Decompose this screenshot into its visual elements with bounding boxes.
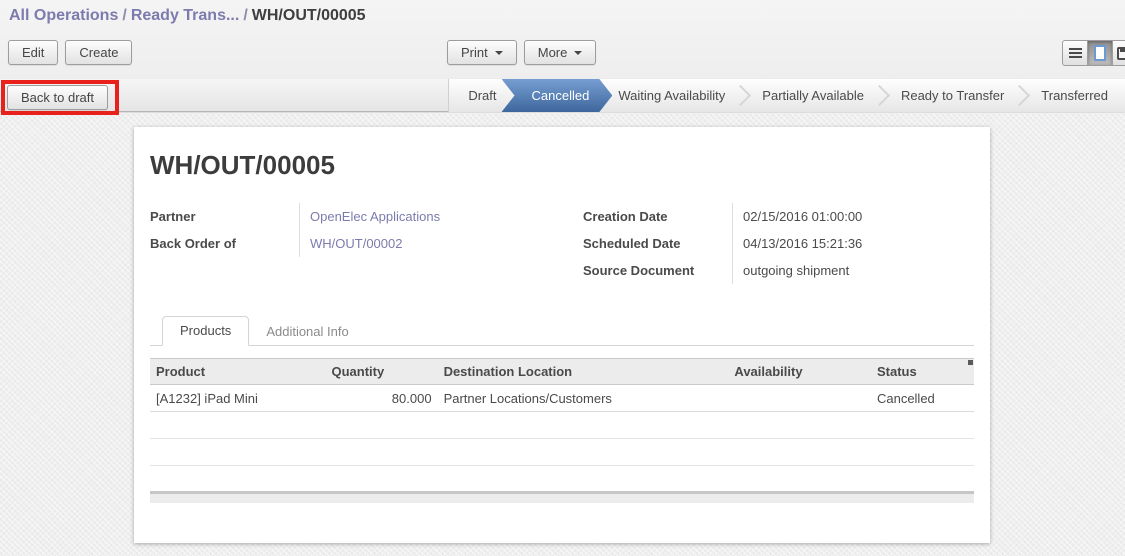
column-header-availability[interactable]: Availability xyxy=(728,359,871,385)
field-label: Scheduled Date xyxy=(583,230,733,257)
scheduled-date-value: 04/13/2016 15:21:36 xyxy=(733,230,862,257)
list-view-button[interactable] xyxy=(1062,40,1088,66)
chevron-right-icon xyxy=(1009,85,1030,106)
breadcrumb-separator: / xyxy=(239,7,251,24)
more-label: More xyxy=(538,45,568,60)
back-to-draft-button[interactable]: Back to draft xyxy=(7,85,108,110)
field-label: Creation Date xyxy=(583,203,733,230)
breadcrumb-separator: / xyxy=(118,7,130,24)
statusbar-step-draft[interactable]: Draft xyxy=(463,79,501,112)
table-header-row: Product Quantity Destination Location Av… xyxy=(150,359,974,385)
statusbar: Draft Cancelled Waiting Availability Par… xyxy=(448,79,1125,112)
more-dropdown-button[interactable]: More xyxy=(524,40,597,65)
horizontal-scrollbar[interactable] xyxy=(150,491,974,503)
field-groups: Partner OpenElec Applications Back Order… xyxy=(150,203,974,284)
calendar-view-icon xyxy=(1117,47,1125,60)
view-switcher xyxy=(1062,40,1125,66)
record-title: WH/OUT/00005 xyxy=(150,150,974,181)
statusbar-step-waiting-availability[interactable]: Waiting Availability xyxy=(613,79,730,112)
top-header: All Operations/Ready Trans.../WH/OUT/000… xyxy=(0,0,1125,79)
list-view-icon xyxy=(1069,48,1082,58)
status-row: Back to draft Draft Cancelled Waiting Av… xyxy=(0,79,1125,112)
notebook-tabs: Products Additional Info xyxy=(150,317,974,346)
calendar-view-button[interactable] xyxy=(1112,40,1125,66)
statusbar-step-ready-to-transfer[interactable]: Ready to Transfer xyxy=(896,79,1009,112)
chevron-down-icon xyxy=(495,51,503,55)
source-document-value: outgoing shipment xyxy=(733,257,849,284)
form-view-icon xyxy=(1094,45,1106,61)
breadcrumb-link-ready-transfers[interactable]: Ready Trans... xyxy=(131,7,240,24)
breadcrumb-current: WH/OUT/00005 xyxy=(252,7,366,24)
empty-table-row xyxy=(150,439,974,466)
statusbar-step-partially-available[interactable]: Partially Available xyxy=(757,79,869,112)
cell-product: [A1232] iPad Mini xyxy=(150,385,326,412)
chevron-down-icon xyxy=(574,51,582,55)
column-header-product[interactable]: Product xyxy=(150,359,326,385)
breadcrumb-link-all-operations[interactable]: All Operations xyxy=(9,7,118,24)
edit-button[interactable]: Edit xyxy=(8,40,58,65)
cell-quantity: 80.000 xyxy=(326,385,438,412)
chevron-right-icon xyxy=(730,85,751,106)
tab-products[interactable]: Products xyxy=(162,316,249,346)
print-label: Print xyxy=(461,45,488,60)
tab-additional-info[interactable]: Additional Info xyxy=(249,318,365,345)
products-table-area: Product Quantity Destination Location Av… xyxy=(150,358,974,503)
form-view-button[interactable] xyxy=(1087,40,1113,66)
column-header-quantity[interactable]: Quantity xyxy=(326,359,438,385)
partner-link[interactable]: OpenElec Applications xyxy=(300,203,440,230)
content-background: WH/OUT/00005 Partner OpenElec Applicatio… xyxy=(0,113,1125,556)
breadcrumb: All Operations/Ready Trans.../WH/OUT/000… xyxy=(0,0,1125,34)
field-creation-date: Creation Date 02/15/2016 01:00:00 xyxy=(583,203,974,230)
field-label: Source Document xyxy=(583,257,733,284)
table-row[interactable]: [A1232] iPad Mini 80.000 Partner Locatio… xyxy=(150,385,974,412)
statusbar-step-cancelled[interactable]: Cancelled xyxy=(502,79,613,112)
empty-table-row xyxy=(150,412,974,439)
field-scheduled-date: Scheduled Date 04/13/2016 15:21:36 xyxy=(583,230,974,257)
field-source-document: Source Document outgoing shipment xyxy=(583,257,974,284)
create-button[interactable]: Create xyxy=(65,40,132,65)
cell-destination: Partner Locations/Customers xyxy=(438,385,729,412)
back-order-link[interactable]: WH/OUT/00002 xyxy=(300,230,402,257)
creation-date-value: 02/15/2016 01:00:00 xyxy=(733,203,862,230)
cell-status: Cancelled xyxy=(871,385,974,412)
print-dropdown-button[interactable]: Print xyxy=(447,40,517,65)
red-highlight-box: Back to draft xyxy=(1,80,119,115)
column-header-status[interactable]: Status xyxy=(871,359,974,385)
field-label: Partner xyxy=(150,203,300,230)
field-back-order-of: Back Order of WH/OUT/00002 xyxy=(150,230,583,257)
table-spacer xyxy=(150,466,974,491)
cell-availability xyxy=(728,385,871,412)
toolbar: Edit Create Print More xyxy=(0,34,1125,79)
form-sheet: WH/OUT/00005 Partner OpenElec Applicatio… xyxy=(134,127,990,543)
column-toggle-icon[interactable] xyxy=(968,360,973,365)
statusbar-step-transferred[interactable]: Transferred xyxy=(1036,79,1113,112)
field-label: Back Order of xyxy=(150,230,300,257)
field-partner: Partner OpenElec Applications xyxy=(150,203,583,230)
products-table: Product Quantity Destination Location Av… xyxy=(150,358,974,466)
column-header-destination-location[interactable]: Destination Location xyxy=(438,359,729,385)
chevron-right-icon xyxy=(869,85,890,106)
